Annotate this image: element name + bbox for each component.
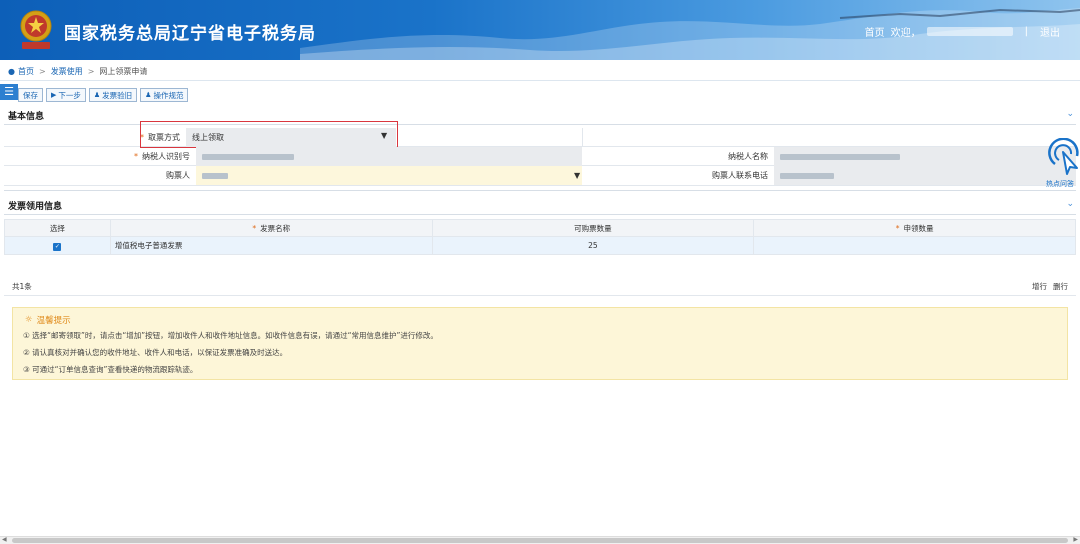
checkbox-checked-icon[interactable]: ✓ bbox=[53, 242, 62, 251]
taxpayer-id-field bbox=[196, 147, 582, 166]
buyer-phone-field bbox=[774, 166, 1076, 185]
nav-home-link[interactable]: 首页 bbox=[865, 24, 885, 39]
breadcrumb-current: 网上领票申请 bbox=[99, 67, 148, 76]
tips-title-row: ☼ 温馨提示 bbox=[25, 314, 71, 326]
user-name-redacted bbox=[926, 27, 1013, 36]
row-checkbox-cell: ✓ bbox=[4, 236, 111, 255]
highlight-box bbox=[140, 121, 398, 148]
buyer-phone-label: 购票人联系电话 bbox=[712, 171, 768, 180]
horizontal-scrollbar[interactable]: ◀ ▶ bbox=[0, 536, 1080, 544]
buyer-select[interactable] bbox=[196, 166, 582, 185]
taxpayer-id-label-cell: * 纳税人识别号 bbox=[4, 147, 196, 166]
users-icon: ♟ bbox=[93, 91, 101, 99]
taxpayer-name-field bbox=[774, 147, 1076, 166]
required-mark: * bbox=[895, 223, 900, 233]
next-step-button[interactable]: ▶ 下一步 bbox=[46, 88, 86, 102]
return-invoice-button[interactable]: ♟ 发票验旧 bbox=[88, 88, 138, 102]
section-divider bbox=[4, 295, 1076, 296]
invoice-section-title: 发票领用信息 bbox=[8, 202, 63, 212]
cell-divider bbox=[582, 128, 583, 147]
save-button[interactable]: 保存 bbox=[18, 88, 43, 102]
column-header-label: 申领数量 bbox=[903, 223, 934, 233]
site-title: 国家税务总局辽宁省电子税务局 bbox=[64, 24, 316, 44]
total-count: 共1条 bbox=[12, 282, 32, 291]
apply-count-input[interactable] bbox=[753, 236, 1076, 255]
invoice-name-cell: 增值税电子普通发票 bbox=[109, 236, 433, 255]
save-button-label: 保存 bbox=[23, 90, 38, 100]
operation-guide-label: 操作规范 bbox=[153, 90, 184, 100]
breadcrumb-separator-icon: > bbox=[38, 67, 46, 76]
collapse-chevron-icon[interactable]: ⌄ bbox=[1066, 199, 1074, 209]
tax-emblem-icon bbox=[20, 10, 52, 49]
cursor-click-icon bbox=[1048, 137, 1079, 175]
required-mark: * bbox=[252, 223, 257, 233]
next-step-label: 下一步 bbox=[58, 90, 81, 100]
row-actions: 增行 删行 bbox=[1032, 281, 1068, 292]
buyer-label-cell: 购票人 bbox=[4, 166, 196, 185]
nav-separator: | bbox=[1024, 26, 1028, 37]
taxpayer-id-redacted bbox=[202, 153, 294, 160]
delete-row-button[interactable]: 删行 bbox=[1053, 281, 1068, 292]
tips-title: 温馨提示 bbox=[36, 316, 71, 326]
column-header: 可购票数量 bbox=[431, 219, 755, 237]
column-header: * 申领数量 bbox=[753, 219, 1076, 237]
location-pin-icon: ● bbox=[8, 67, 15, 76]
taxpayer-name-label-cell: 纳税人名称 bbox=[582, 147, 774, 166]
add-row-button[interactable]: 增行 bbox=[1032, 281, 1047, 292]
required-mark: * bbox=[134, 152, 138, 161]
taxpayer-name-label: 纳税人名称 bbox=[728, 152, 768, 161]
tip-item: ② 请认真核对并确认您的收件地址、收件人和电话，以保证发票准确及时送达。 bbox=[23, 348, 288, 357]
breadcrumb-separator-icon: > bbox=[87, 67, 95, 76]
form-row-taxpayer: * 纳税人识别号 纳税人名称 bbox=[4, 147, 1076, 166]
buyer-label: 购票人 bbox=[166, 171, 190, 180]
hot-faq-widget[interactable]: 热点问答 bbox=[1046, 137, 1080, 192]
play-icon: ▶ bbox=[51, 91, 57, 99]
nav-welcome: 欢迎， bbox=[890, 28, 921, 39]
section-divider bbox=[4, 190, 1076, 191]
scroll-right-icon[interactable]: ▶ bbox=[1073, 536, 1078, 543]
menu-toggle-icon[interactable]: ☰ bbox=[0, 84, 18, 100]
available-count-cell: 25 bbox=[431, 236, 755, 255]
lightbulb-icon: ☼ bbox=[25, 315, 33, 325]
logout-link[interactable]: 退出 bbox=[1040, 24, 1060, 39]
section-divider bbox=[4, 214, 1076, 215]
column-header: * 发票名称 bbox=[109, 219, 433, 237]
toolbar: 保存 ▶ 下一步 ♟ 发票验旧 ♟ 操作规范 bbox=[18, 88, 189, 102]
site-header: 国家税务总局辽宁省电子税务局 首页 欢迎， | 退出 bbox=[0, 0, 1080, 60]
divider bbox=[0, 80, 1080, 81]
buyer-name-redacted bbox=[202, 172, 228, 179]
taxpayer-id-label: 纳税人识别号 bbox=[142, 152, 190, 161]
users-icon: ♟ bbox=[145, 91, 152, 99]
breadcrumb: ● 首页 > 发票使用 > 网上领票申请 bbox=[8, 66, 147, 77]
table-header-row: 选择 * 发票名称 可购票数量 * 申领数量 bbox=[4, 219, 1076, 237]
column-header: 选择 bbox=[4, 219, 111, 237]
table-row[interactable]: ✓ 增值税电子普通发票 25 bbox=[4, 236, 1076, 255]
scroll-left-icon[interactable]: ◀ bbox=[2, 536, 7, 543]
scrollbar-thumb[interactable] bbox=[12, 538, 1068, 543]
basic-info-title: 基本信息 bbox=[8, 112, 45, 122]
tips-panel: ☼ 温馨提示 ① 选择“邮寄领取”时，请点击“增加”按钮，增加收件人和收件地址信… bbox=[12, 307, 1068, 380]
invoice-table: 选择 * 发票名称 可购票数量 * 申领数量 ✓ 增值税电子普通发票 25 bbox=[4, 219, 1076, 255]
return-invoice-label: 发票验旧 bbox=[102, 90, 133, 100]
top-nav: 首页 欢迎， | 退出 bbox=[865, 24, 1060, 39]
dropdown-arrow-icon[interactable]: ▼ bbox=[574, 171, 580, 180]
tip-item: ③ 可通过“订单信息查询”查看快递的物流跟踪轨迹。 bbox=[23, 365, 198, 374]
collapse-chevron-icon[interactable]: ⌄ bbox=[1066, 109, 1074, 119]
breadcrumb-level1[interactable]: 发票使用 bbox=[51, 66, 83, 77]
form-row-buyer: 购票人 购票人联系电话 bbox=[4, 166, 1076, 186]
taxpayer-name-redacted bbox=[780, 153, 900, 160]
hot-faq-label: 热点问答 bbox=[1046, 180, 1074, 188]
tip-item: ① 选择“邮寄领取”时，请点击“增加”按钮，增加收件人和收件地址信息。如收件信息… bbox=[23, 331, 438, 340]
buyer-phone-redacted bbox=[780, 172, 834, 179]
breadcrumb-home[interactable]: 首页 bbox=[18, 66, 34, 77]
buyer-phone-label-cell: 购票人联系电话 bbox=[582, 166, 774, 185]
operation-guide-button[interactable]: ♟ 操作规范 bbox=[140, 88, 189, 102]
column-header-label: 发票名称 bbox=[260, 223, 291, 233]
dropdown-arrow-icon[interactable]: ▼ bbox=[381, 131, 387, 140]
